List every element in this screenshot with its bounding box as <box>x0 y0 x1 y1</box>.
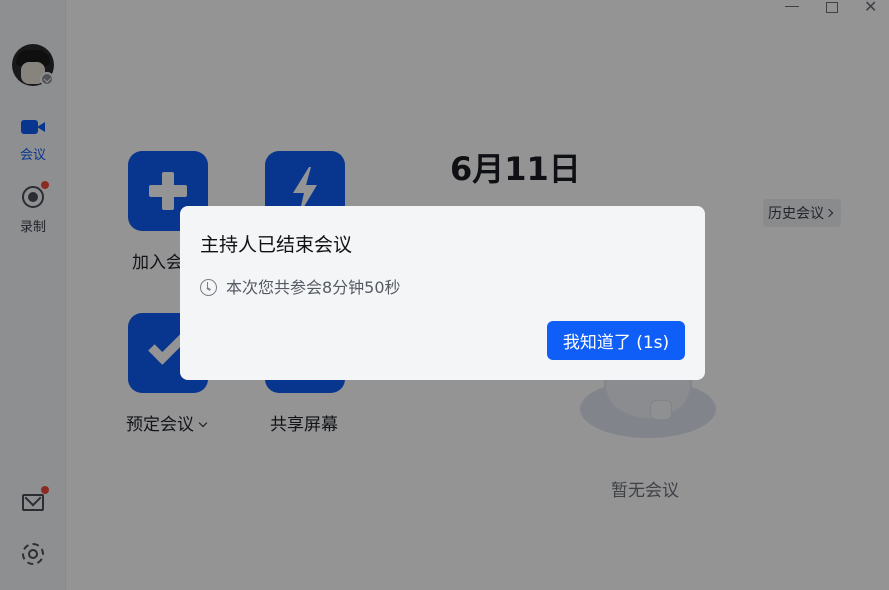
acknowledge-button[interactable]: 我知道了 (1s) <box>547 321 685 360</box>
dialog-title: 主持人已结束会议 <box>200 234 353 256</box>
app-window: 会议 录制 ✕ 加入会议 预定会议 共享屏幕 6月11日 历史会议 暂无会议 主… <box>0 0 889 590</box>
dialog-message: 本次您共参会8分钟50秒 <box>200 274 401 298</box>
clock-icon <box>200 279 217 296</box>
meeting-ended-dialog: 主持人已结束会议 本次您共参会8分钟50秒 我知道了 (1s) <box>180 206 705 380</box>
